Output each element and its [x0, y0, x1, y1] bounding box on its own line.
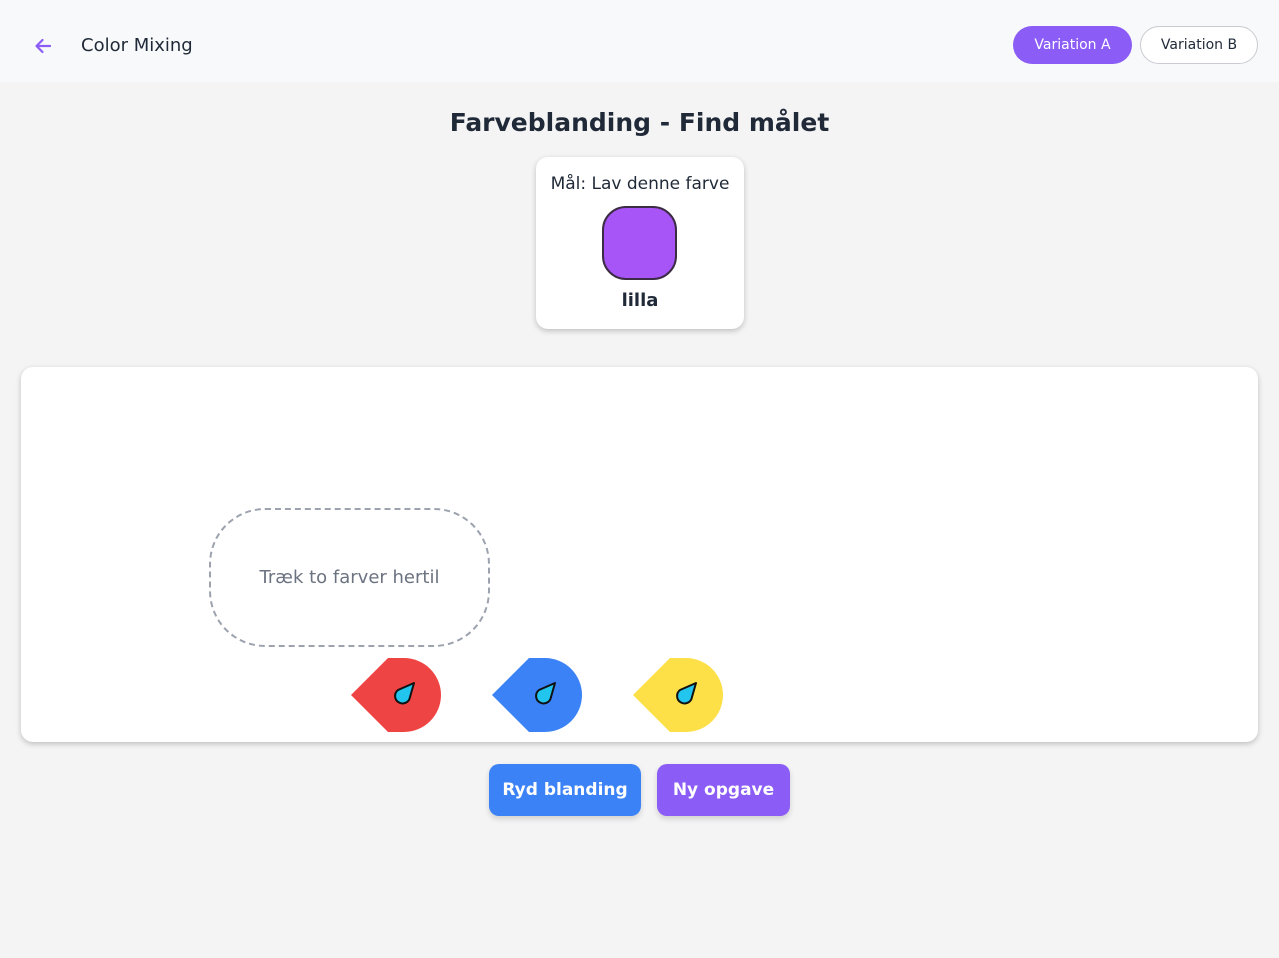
mix-drop-zone[interactable]: Træk to farver hertil: [209, 508, 490, 647]
variation-b-button[interactable]: Variation B: [1140, 26, 1258, 64]
variation-a-button[interactable]: Variation A: [1013, 26, 1132, 64]
back-button[interactable]: [30, 33, 56, 59]
target-color-swatch: [602, 206, 677, 280]
paint-drop-yellow[interactable]: [633, 657, 725, 733]
target-color-name: lilla: [621, 290, 659, 311]
top-bar: Color Mixing Variation A Variation B: [0, 0, 1279, 82]
page-title: Farveblanding - Find målet: [449, 108, 830, 137]
app-title: Color Mixing: [81, 35, 193, 56]
paint-blob-icon: [492, 658, 582, 732]
new-task-button[interactable]: Ny opgave: [657, 764, 790, 816]
target-label: Mål: Lav denne farve: [550, 174, 730, 194]
paint-blob-icon: [351, 658, 441, 732]
arrow-left-icon: [35, 38, 52, 54]
paint-drop-red[interactable]: [351, 657, 443, 733]
target-card: Mål: Lav denne farve lilla: [536, 157, 744, 329]
clear-mix-button[interactable]: Ryd blanding: [489, 764, 641, 816]
mixing-area: Træk to farver hertil: [21, 367, 1258, 742]
paint-blob-icon: [633, 658, 723, 732]
paint-drop-blue[interactable]: [492, 657, 584, 733]
